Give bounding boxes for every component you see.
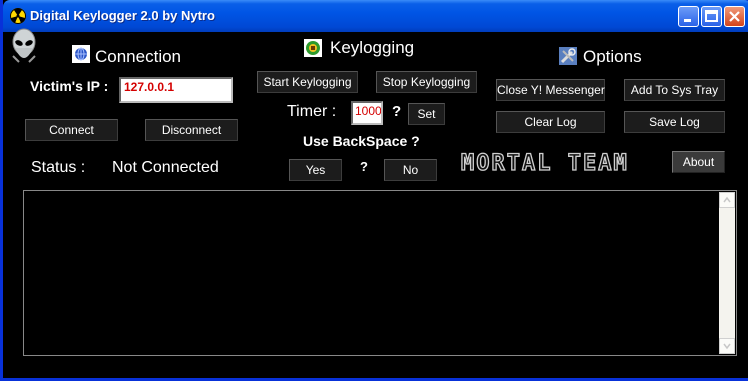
app-window: Digital Keylogger 2.0 by Nytro Connectio… <box>0 0 748 381</box>
keyboard-icon <box>304 39 322 57</box>
clear-log-button[interactable]: Clear Log <box>496 111 605 133</box>
alien-icon <box>10 28 38 69</box>
timer-label: Timer : <box>287 103 337 120</box>
keylogging-title: Keylogging <box>330 38 415 57</box>
title-bar[interactable]: Digital Keylogger 2.0 by Nytro <box>3 0 748 32</box>
add-to-tray-button[interactable]: Add To Sys Tray <box>624 79 725 101</box>
network-icon <box>72 45 90 63</box>
close-button[interactable] <box>724 6 745 27</box>
timer-input[interactable]: 1000 <box>351 101 383 125</box>
save-log-button[interactable]: Save Log <box>624 111 725 133</box>
backspace-no-button[interactable]: No <box>384 159 437 181</box>
stop-keylogging-button[interactable]: Stop Keylogging <box>376 71 477 93</box>
minimize-button[interactable] <box>678 6 699 27</box>
set-timer-button[interactable]: Set <box>408 103 445 125</box>
scroll-up-icon[interactable] <box>719 192 735 208</box>
options-title: Options <box>583 47 642 66</box>
team-logo: MORTAL TEAM <box>460 150 629 176</box>
backspace-yes-button[interactable]: Yes <box>289 159 342 181</box>
about-button[interactable]: About <box>672 151 725 173</box>
connect-button[interactable]: Connect <box>25 119 118 141</box>
backspace-help-icon: ? <box>360 159 368 174</box>
status-label: Status : <box>31 159 86 176</box>
scroll-down-icon[interactable] <box>719 338 735 354</box>
radiation-icon <box>10 8 26 24</box>
timer-help-icon: ? <box>392 103 402 120</box>
log-scrollbar[interactable] <box>719 192 735 354</box>
victim-ip-label: Victim's IP : <box>30 78 109 94</box>
client-area: Connection Victim's IP : 127.0.0.1 Conne… <box>6 28 748 378</box>
log-textarea[interactable] <box>23 190 737 356</box>
maximize-button[interactable] <box>701 6 722 27</box>
tools-icon <box>559 47 577 65</box>
close-messenger-button[interactable]: Close Y! Messenger <box>496 79 605 101</box>
connection-title: Connection <box>95 47 182 66</box>
window-title: Digital Keylogger 2.0 by Nytro <box>30 8 215 23</box>
disconnect-button[interactable]: Disconnect <box>145 119 238 141</box>
victim-ip-input[interactable]: 127.0.0.1 <box>119 77 233 103</box>
start-keylogging-button[interactable]: Start Keylogging <box>257 71 358 93</box>
backspace-label: Use BackSpace ? <box>303 133 420 149</box>
status-value: Not Connected <box>112 159 219 176</box>
